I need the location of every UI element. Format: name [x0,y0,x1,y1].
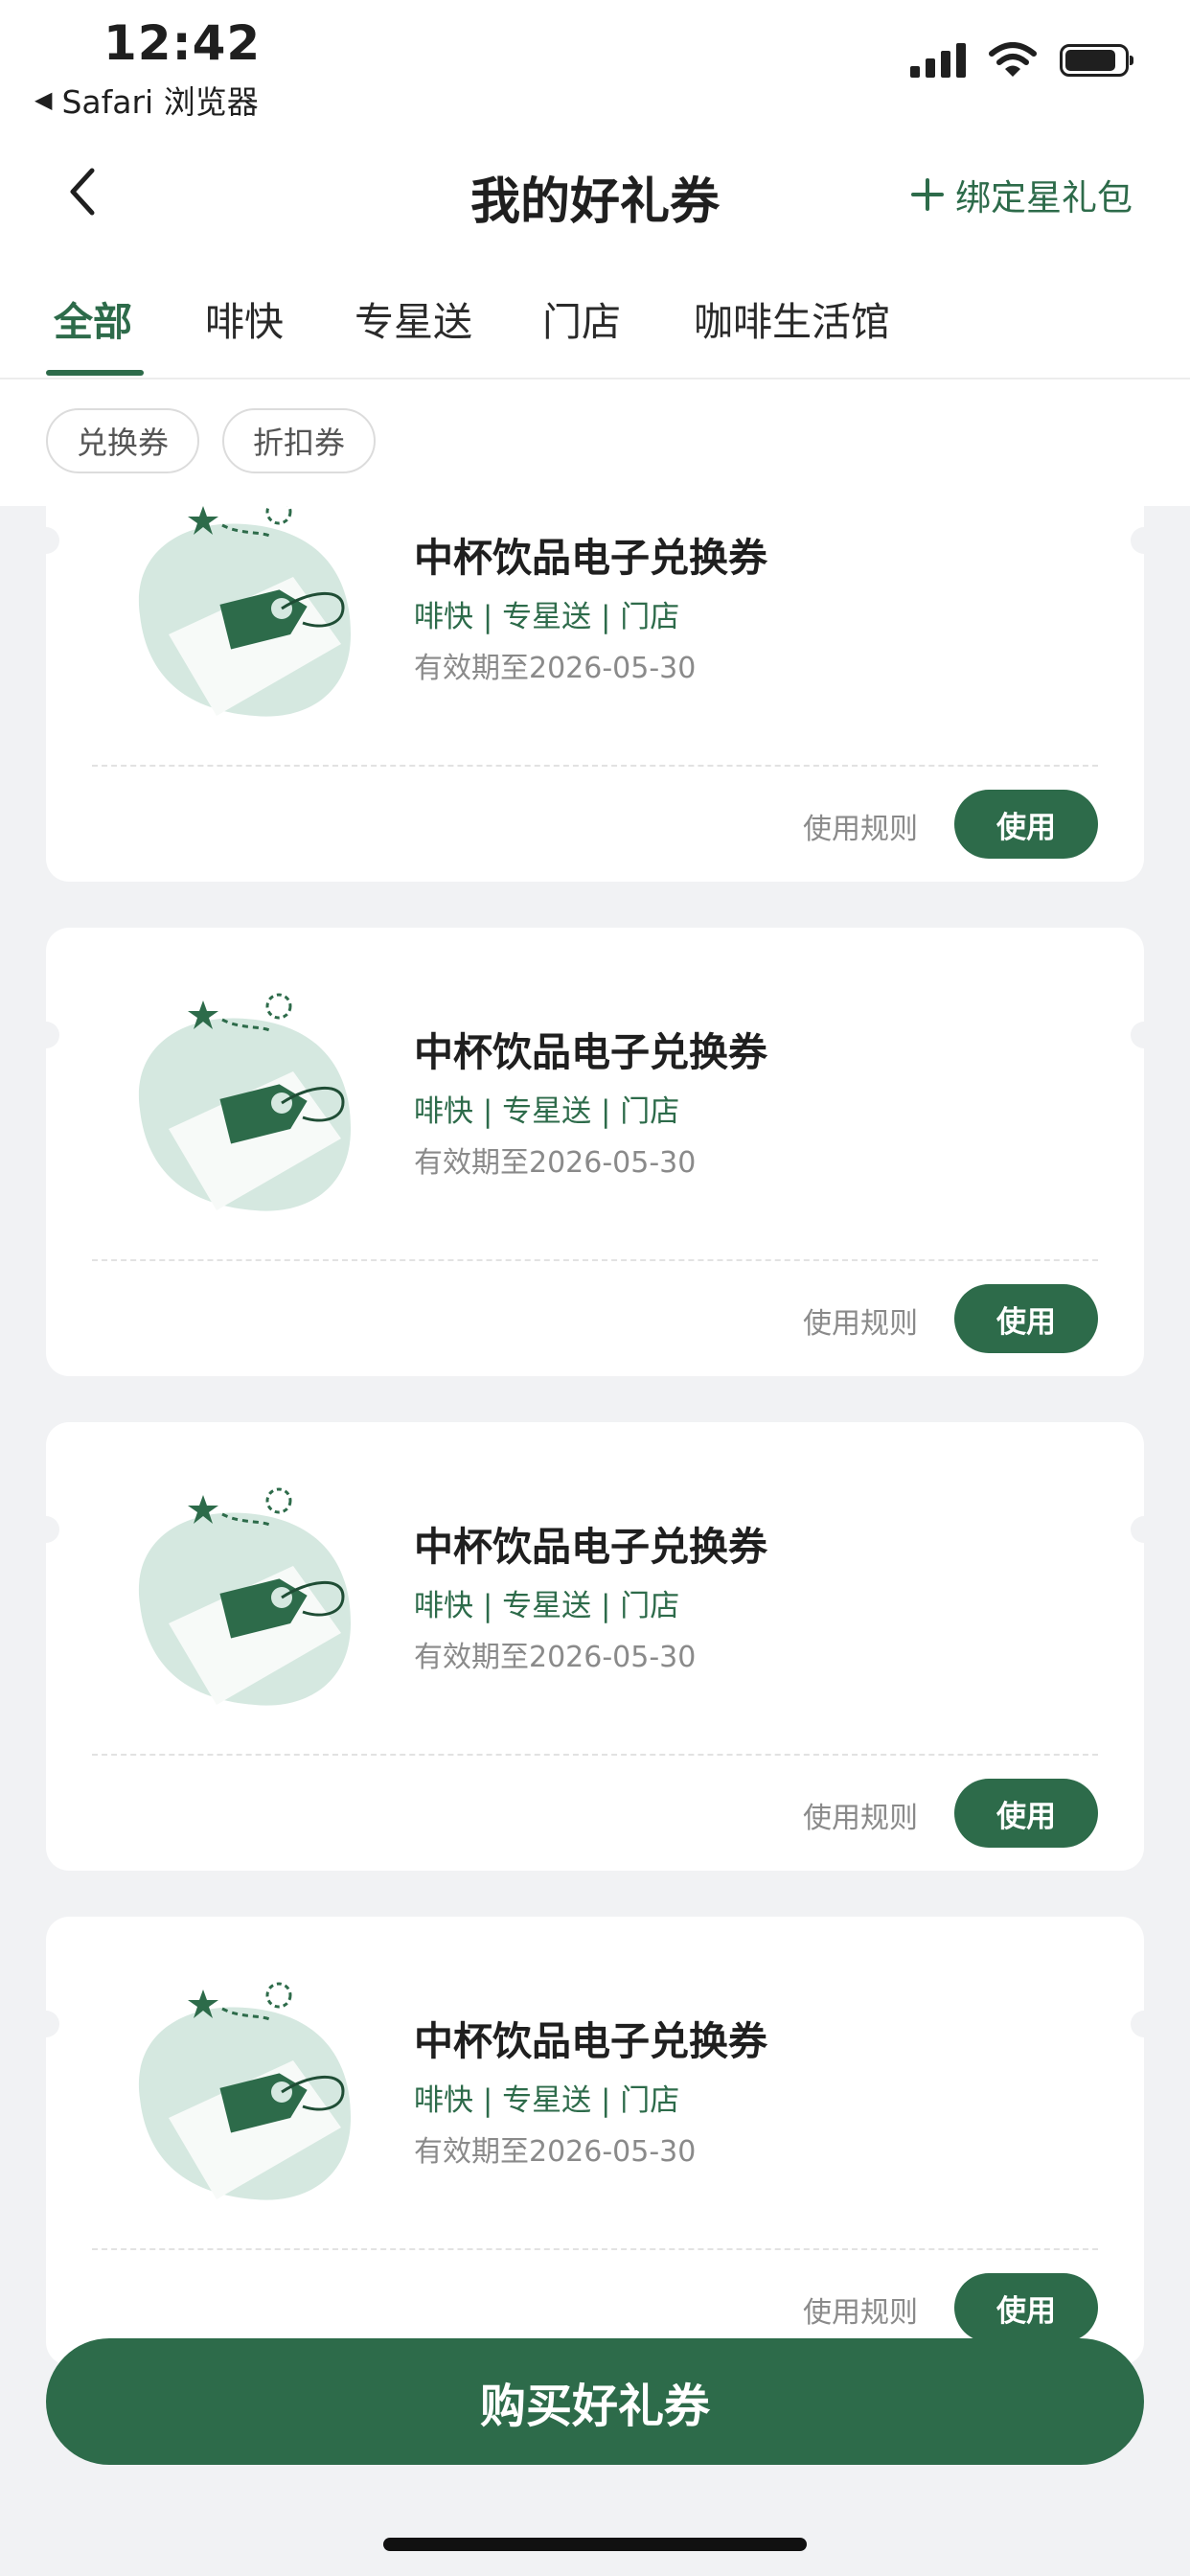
coupon-channels: 啡快 | 专星送 | 门店 [414,2083,680,2118]
coupon-name: 中杯饮品电子兑换券 [414,1029,767,1075]
coupon-channels: 啡快 | 专星送 | 门店 [414,600,680,634]
coupon-channels: 啡快 | 专星送 | 门店 [414,1094,680,1129]
use-coupon-button[interactable]: 使用 [954,790,1098,859]
filter-chip-discount[interactable]: 折扣券 [222,408,377,473]
buy-gift-coupon-button[interactable]: 购买好礼券 [46,2338,1144,2465]
card-divider [92,1259,1098,1261]
active-tab-indicator [46,370,144,376]
coupon-expiry: 有效期至2026-05-30 [414,1641,697,1674]
tab-coffee-house[interactable]: 咖啡生活馆 [694,289,890,347]
coupon-card[interactable]: 中杯饮品电子兑换券 啡快 | 专星送 | 门店 有效期至2026-05-30 使… [46,1917,1144,2365]
usage-rules-link[interactable]: 使用规则 [803,1794,918,1836]
gift-tag-icon [138,1982,351,2200]
coupon-name: 中杯饮品电子兑换券 [414,1524,767,1570]
tab-all[interactable]: 全部 [54,289,132,347]
back-to-safari-link[interactable]: ◀ Safari 浏览器 [34,77,259,123]
card-notch [1131,527,1144,554]
bind-gift-pack-label: 绑定星礼包 [955,177,1133,218]
use-coupon-button[interactable]: 使用 [954,2273,1098,2342]
coupon-expiry: 有效期至2026-05-30 [414,1146,697,1180]
navigation-bar: 我的好礼券 绑定星礼包 [0,134,1190,249]
filter-bar: 兑换券 折扣券 [0,380,1190,506]
card-notch [1131,1516,1144,1543]
coupon-expiry: 有效期至2026-05-30 [414,652,697,685]
usage-rules-link[interactable]: 使用规则 [803,805,918,847]
coupon-channels: 啡快 | 专星送 | 门店 [414,1589,680,1623]
bind-gift-pack-button[interactable]: 绑定星礼包 [911,169,1133,220]
back-app-label: Safari 浏览器 [61,83,259,121]
gift-tag-icon [138,498,351,717]
tab-delivery[interactable]: 专星送 [355,289,472,347]
tab-bar: 全部 啡快 专星送 门店 咖啡生活馆 [0,249,1190,380]
status-bar: 12:42 ◀ Safari 浏览器 [0,0,1190,134]
battery-icon [1060,44,1133,77]
coupon-name: 中杯饮品电子兑换券 [414,535,767,581]
coupon-card[interactable]: 中杯饮品电子兑换券 啡快 | 专星送 | 门店 有效期至2026-05-30 使… [46,1422,1144,1871]
coupon-card[interactable]: 中杯饮品电子兑换券 啡快 | 专星送 | 门店 有效期至2026-05-30 使… [46,928,1144,1376]
card-divider [92,1754,1098,1756]
card-notch [46,1022,59,1048]
card-notch [1131,2011,1144,2037]
tab-store[interactable]: 门店 [542,289,621,347]
tab-express[interactable]: 啡快 [205,289,284,347]
home-indicator [383,2538,807,2551]
use-coupon-button[interactable]: 使用 [954,1284,1098,1353]
signal-icon [910,43,966,78]
card-notch [46,2011,59,2037]
usage-rules-link[interactable]: 使用规则 [803,1300,918,1342]
card-notch [1131,1022,1144,1048]
status-time: 12:42 [103,15,262,71]
filter-chip-exchange[interactable]: 兑换券 [46,408,200,473]
card-divider [92,2248,1098,2250]
card-notch [46,1516,59,1543]
status-icons [910,42,1133,79]
wifi-icon [989,42,1037,77]
back-triangle-icon: ◀ [34,86,53,113]
coupon-name: 中杯饮品电子兑换券 [414,2018,767,2064]
coupon-expiry: 有效期至2026-05-30 [414,2135,697,2169]
gift-tag-icon [138,993,351,1211]
gift-tag-icon [138,1487,351,1706]
card-divider [92,765,1098,767]
usage-rules-link[interactable]: 使用规则 [803,2288,918,2331]
use-coupon-button[interactable]: 使用 [954,1779,1098,1848]
plus-icon [911,178,944,211]
card-notch [46,527,59,554]
